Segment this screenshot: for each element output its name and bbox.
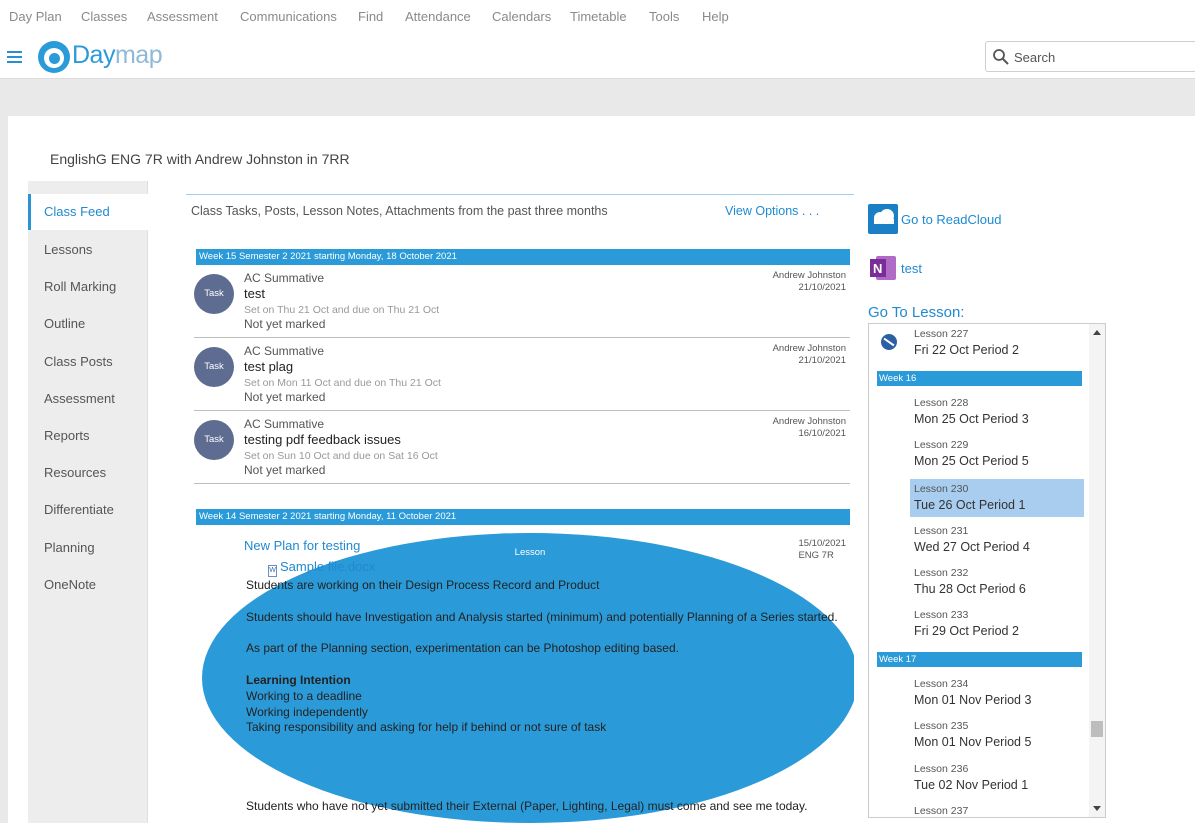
search-input[interactable]: Search [1014, 50, 1055, 65]
feed-lesson-item: Lesson New Plan for testing W Sample file… [194, 533, 854, 823]
lesson-list-item[interactable]: Lesson 235 Mon 01 Nov Period 5 [910, 716, 1084, 754]
lesson-list-item[interactable]: Lesson 227 Fri 22 Oct Period 2 [910, 324, 1084, 362]
lesson-note-line: Working independently [246, 705, 368, 719]
top-menu: Day Plan Classes Assessment Communicatio… [0, 0, 1195, 34]
lesson-date: 15/10/2021 ENG 7R [798, 538, 846, 561]
week-header: Week 15 Semester 2 2021 starting Monday,… [196, 249, 850, 265]
word-document-icon: W [268, 565, 277, 577]
task-dates: Set on Sun 10 Oct and due on Sat 16 Oct [244, 450, 438, 462]
scrollbar-thumb[interactable] [1091, 721, 1103, 737]
lesson-note-line: Students should have Investigation and A… [246, 610, 838, 624]
readcloud-icon [868, 204, 898, 234]
lesson-list-week-header: Week 17 [877, 652, 1082, 667]
task-title[interactable]: test plag [244, 359, 293, 374]
task-type: AC Summative [244, 344, 325, 358]
feed-task-item[interactable]: Task AC Summative test plag Set on Mon 1… [194, 341, 850, 411]
sidebar-item-differentiate[interactable]: Differentiate [28, 492, 148, 528]
lesson-note-line: Students are working on their Design Pro… [246, 578, 600, 592]
lesson-list[interactable]: Lesson 227 Fri 22 Oct Period 2 Week 16 L… [868, 323, 1106, 818]
scroll-up-arrow-icon[interactable] [1093, 330, 1101, 335]
task-author: Andrew Johnston 21/10/2021 [772, 270, 846, 293]
class-feed: Class Tasks, Posts, Lesson Notes, Attach… [186, 194, 854, 823]
lesson-status-icon [881, 334, 897, 350]
task-status: Not yet marked [244, 317, 326, 331]
task-badge: Task [194, 274, 234, 314]
menu-calendars[interactable]: Calendars [492, 9, 551, 24]
lesson-note-line: As part of the Planning section, experim… [246, 641, 679, 655]
search-box[interactable]: Search [985, 41, 1195, 72]
lesson-list-item[interactable]: Lesson 236 Tue 02 Nov Period 1 [910, 759, 1084, 797]
daymap-logo[interactable]: Daymap [72, 41, 163, 70]
task-author: Andrew Johnston 16/10/2021 [772, 416, 846, 439]
menu-attendance[interactable]: Attendance [405, 9, 471, 24]
menu-tools[interactable]: Tools [649, 9, 679, 24]
menu-day-plan[interactable]: Day Plan [9, 9, 62, 24]
sidebar-item-lessons[interactable]: Lessons [28, 232, 148, 268]
daymap-logo-icon [38, 41, 70, 73]
lesson-list-item[interactable]: Lesson 232 Thu 28 Oct Period 6 [910, 563, 1084, 601]
sidebar-item-outline[interactable]: Outline [28, 306, 148, 342]
sidebar-item-class-posts[interactable]: Class Posts [28, 344, 148, 380]
onenote-icon: N [870, 256, 896, 280]
task-badge: Task [194, 420, 234, 460]
lesson-list-item[interactable]: Lesson 233 Fri 29 Oct Period 2 [910, 605, 1084, 643]
lesson-note-heading: Learning Intention [246, 673, 351, 687]
menu-help[interactable]: Help [702, 9, 729, 24]
go-to-lesson-heading: Go To Lesson: [868, 304, 965, 321]
lesson-note-line: Working to a deadline [246, 689, 362, 703]
task-dates: Set on Thu 21 Oct and due on Thu 21 Oct [244, 304, 440, 316]
lesson-list-item[interactable]: Lesson 234 Mon 01 Nov Period 3 [910, 674, 1084, 712]
view-options-link[interactable]: View Options . . . [725, 204, 819, 218]
feed-task-item[interactable]: Task AC Summative test Set on Thu 21 Oct… [194, 268, 850, 338]
lesson-list-item[interactable]: Lesson 231 Wed 27 Oct Period 4 [910, 521, 1084, 559]
lesson-note-line: Taking responsibility and asking for hel… [246, 720, 607, 734]
feed-task-item[interactable]: Task AC Summative testing pdf feedback i… [194, 414, 850, 484]
header-bar: Daymap Search [0, 34, 1195, 79]
task-title[interactable]: testing pdf feedback issues [244, 432, 401, 447]
class-sidebar: Class Feed Lessons Roll Marking Outline … [28, 181, 148, 823]
lesson-list-item[interactable]: Lesson 228 Mon 25 Oct Period 3 [910, 393, 1084, 431]
task-badge: Task [194, 347, 234, 387]
task-author: Andrew Johnston 21/10/2021 [772, 343, 846, 366]
task-type: AC Summative [244, 271, 325, 285]
lesson-note-line: Students who have not yet submitted thei… [246, 799, 808, 813]
menu-assessment[interactable]: Assessment [147, 9, 218, 24]
svg-text:N: N [873, 261, 882, 276]
page-title: EnglishG ENG 7R with Andrew Johnston in … [50, 151, 350, 167]
attachment-link[interactable]: W Sample file.docx [268, 559, 375, 577]
lesson-list-week-header: Week 16 [877, 371, 1082, 386]
task-status: Not yet marked [244, 463, 326, 477]
task-dates: Set on Mon 11 Oct and due on Thu 21 Oct [244, 377, 441, 389]
sidebar-item-assessment[interactable]: Assessment [28, 381, 148, 417]
sidebar-item-roll-marking[interactable]: Roll Marking [28, 269, 148, 305]
hamburger-menu-icon[interactable] [7, 51, 22, 63]
menu-classes[interactable]: Classes [81, 9, 127, 24]
menu-communications[interactable]: Communications [240, 9, 337, 24]
scroll-down-arrow-icon[interactable] [1093, 806, 1101, 811]
task-status: Not yet marked [244, 390, 326, 404]
task-title[interactable]: test [244, 286, 265, 301]
search-icon [993, 49, 1009, 65]
lesson-list-scrollbar[interactable] [1089, 324, 1105, 817]
feed-heading: Class Tasks, Posts, Lesson Notes, Attach… [191, 204, 608, 218]
sidebar-item-reports[interactable]: Reports [28, 418, 148, 454]
menu-find[interactable]: Find [358, 9, 383, 24]
sidebar-item-class-feed[interactable]: Class Feed [28, 194, 148, 230]
task-type: AC Summative [244, 417, 325, 431]
main-panel: EnglishG ENG 7R with Andrew Johnston in … [8, 116, 1195, 823]
lesson-list-item[interactable]: Lesson 229 Mon 25 Oct Period 5 [910, 435, 1084, 473]
lesson-list-item-selected[interactable]: Lesson 230 Tue 26 Oct Period 1 [910, 479, 1084, 517]
sidebar-item-onenote[interactable]: OneNote [28, 567, 148, 603]
lesson-list-item[interactable]: Lesson 237 [910, 801, 1084, 817]
sidebar-item-resources[interactable]: Resources [28, 455, 148, 491]
week-header: Week 14 Semester 2 2021 starting Monday,… [196, 509, 850, 525]
sidebar-item-planning[interactable]: Planning [28, 530, 148, 566]
lesson-title-link[interactable]: New Plan for testing [244, 538, 360, 553]
menu-timetable[interactable]: Timetable [570, 9, 627, 24]
